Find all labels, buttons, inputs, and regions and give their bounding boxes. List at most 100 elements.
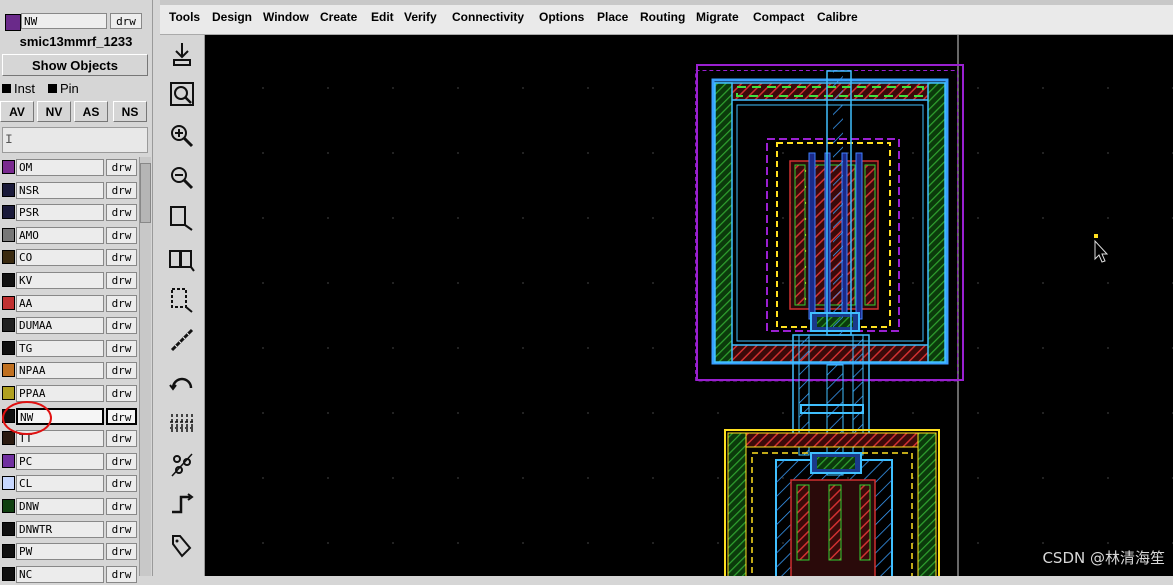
layer-name: DUMAA — [16, 317, 104, 335]
save-icon[interactable] — [165, 37, 198, 71]
menu-migrate[interactable]: Migrate — [696, 10, 739, 24]
menu-window[interactable]: Window — [263, 10, 309, 24]
none-visible-button[interactable]: NV — [37, 101, 71, 122]
layer-list-scrollbar[interactable] — [139, 157, 151, 576]
layer-swatch — [2, 273, 15, 287]
layer-swatch — [2, 318, 15, 333]
layer-row-om[interactable]: OM drw — [0, 157, 138, 178]
layout-canvas[interactable]: CSDN @林清海笙 — [205, 35, 1173, 576]
layer-name: PSR — [16, 204, 104, 222]
layer-row-npaa[interactable]: NPAA drw — [0, 360, 138, 381]
layer-swatch — [2, 566, 15, 581]
scrollbar-thumb[interactable] — [140, 163, 151, 223]
menu-calibre[interactable]: Calibre — [817, 10, 858, 24]
all-visible-button[interactable]: AV — [0, 101, 34, 122]
layer-row-psr[interactable]: PSR drw — [0, 202, 138, 223]
layer-row-pw[interactable]: PW drw — [0, 541, 138, 562]
layer-row-nc[interactable]: NC drw — [0, 564, 138, 585]
label-icon[interactable] — [165, 529, 198, 563]
layer-selection-window: NW drw smic13mmrf_1233 Show Objects Inst… — [0, 0, 153, 583]
layer-swatch — [2, 160, 15, 174]
layer-row-amo[interactable]: AMO drw — [0, 225, 138, 246]
layer-row-dnwtr[interactable]: DNWTR drw — [0, 519, 138, 540]
move-icon[interactable] — [165, 283, 198, 317]
layer-swatch — [2, 363, 15, 378]
layer-name: OM — [16, 159, 104, 176]
layer-purpose: drw — [106, 565, 137, 583]
layer-swatch — [2, 453, 15, 468]
undo-icon[interactable] — [165, 365, 198, 399]
menu-options[interactable]: Options — [539, 10, 584, 24]
menu-tools[interactable]: Tools — [169, 10, 200, 24]
menu-create[interactable]: Create — [320, 10, 357, 24]
current-layer[interactable]: NW drw — [2, 12, 148, 32]
layer-name: NPAA — [16, 362, 104, 380]
layer-purpose: drw — [106, 452, 137, 470]
menu-place[interactable]: Place — [597, 10, 628, 24]
layer-swatch — [2, 227, 15, 242]
layer-name: NSR — [16, 181, 104, 199]
layer-swatch — [2, 544, 15, 559]
title-strip — [160, 0, 1173, 5]
menu-connectivity[interactable]: Connectivity — [452, 10, 524, 24]
layer-swatch — [2, 205, 15, 220]
layer-row-dnw[interactable]: DNW drw — [0, 496, 138, 517]
layer-name: KV — [16, 272, 104, 289]
path-icon[interactable] — [165, 407, 198, 441]
inst-checkbox-label: Inst — [14, 81, 35, 96]
menu-verify[interactable]: Verify — [404, 10, 437, 24]
ruler-icon[interactable] — [165, 323, 198, 357]
layer-purpose: drw — [106, 226, 137, 244]
layer-purpose: drw — [106, 317, 137, 335]
stretch-icon[interactable] — [165, 201, 198, 235]
layer-row-aa[interactable]: AA drw — [0, 293, 138, 314]
layer-row-kv[interactable]: KV drw — [0, 270, 138, 291]
layer-swatch — [2, 499, 15, 513]
layout-drawing — [205, 35, 1173, 576]
zoom-in-icon[interactable] — [165, 119, 198, 153]
lsw-menu-strip — [0, 0, 152, 8]
tech-library-label: smic13mmrf_1233 — [19, 34, 133, 49]
layer-name: CL — [16, 475, 104, 493]
layer-row-tg[interactable]: TG drw — [0, 338, 138, 359]
menu-edit[interactable]: Edit — [371, 10, 394, 24]
none-selectable-button[interactable]: NS — [113, 101, 147, 122]
layer-filter-input[interactable]: I — [2, 127, 148, 153]
layer-row-pc[interactable]: PC drw — [0, 451, 138, 472]
layer-purpose: drw — [106, 475, 137, 493]
layer-row-cl[interactable]: CL drw — [0, 473, 138, 494]
layer-swatch — [2, 295, 15, 310]
layer-row-nsr[interactable]: NSR drw — [0, 180, 138, 201]
layer-row-dumaa[interactable]: DUMAA drw — [0, 315, 138, 336]
layer-name: AMO — [16, 226, 104, 244]
layer-row-co[interactable]: CO drw — [0, 247, 138, 268]
layer-swatch — [2, 386, 15, 400]
pin-checkbox[interactable]: Pin — [48, 81, 79, 96]
layer-purpose: drw — [106, 498, 137, 515]
fit-view-icon[interactable] — [165, 77, 198, 111]
menu-design[interactable]: Design — [212, 10, 252, 24]
layer-purpose: drw — [106, 543, 137, 561]
show-objects-button[interactable]: Show Objects — [2, 54, 148, 76]
inst-checkbox[interactable]: Inst — [2, 81, 35, 96]
all-selectable-button[interactable]: AS — [74, 101, 108, 122]
layer-name: PW — [16, 543, 104, 561]
layer-swatch — [2, 340, 15, 355]
layer-purpose: drw — [106, 249, 137, 267]
layer-name: CO — [16, 249, 104, 267]
layer-purpose: drw — [106, 272, 137, 289]
current-layer-name: NW — [21, 13, 107, 29]
zoom-out-icon[interactable] — [165, 161, 198, 195]
copy-icon[interactable] — [165, 243, 198, 277]
layer-purpose: drw — [106, 520, 137, 538]
menu-routing[interactable]: Routing — [640, 10, 685, 24]
instance-icon[interactable] — [165, 447, 198, 481]
menu-compact[interactable]: Compact — [753, 10, 804, 24]
annotation-circle — [2, 401, 52, 435]
layer-purpose: drw — [106, 181, 137, 199]
inst-checkbox-box — [2, 84, 11, 93]
layer-swatch — [2, 182, 15, 197]
layer-name: DNW — [16, 498, 104, 515]
layer-swatch — [2, 431, 15, 446]
wire-icon[interactable] — [165, 487, 198, 521]
